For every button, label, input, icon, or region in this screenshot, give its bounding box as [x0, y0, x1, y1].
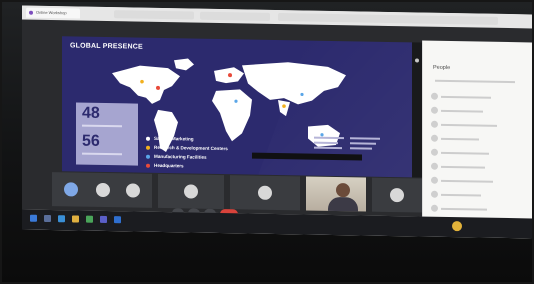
participant-video — [336, 183, 350, 198]
participant-list-item[interactable] — [431, 148, 525, 159]
browser-tab[interactable] — [200, 11, 270, 21]
participant-avatar — [96, 182, 110, 198]
participant-list-item[interactable] — [431, 176, 525, 187]
more-options-icon[interactable] — [415, 58, 419, 63]
start-icon[interactable] — [30, 214, 37, 222]
legend-label: Headquarters — [154, 162, 184, 169]
slide-title: GLOBAL PRESENCE — [70, 42, 143, 51]
people-search-field[interactable] — [431, 77, 525, 87]
participant-video-body — [328, 196, 358, 212]
india-shape — [278, 100, 290, 117]
edge-icon[interactable] — [58, 215, 65, 223]
people-panel: People — [422, 40, 532, 233]
stat-sublabel — [82, 152, 122, 156]
participant-tile[interactable] — [158, 173, 224, 210]
presenter-strip — [412, 42, 422, 178]
browser-tab[interactable] — [114, 10, 194, 20]
participant-list-item[interactable] — [431, 190, 525, 201]
tab-label: Online Workshop — [36, 9, 67, 16]
stat-value: 48 — [82, 104, 100, 122]
folder-icon[interactable] — [72, 215, 79, 223]
map-legend: Sales & Marketing Research & Development… — [146, 134, 228, 171]
monitor-bezel: Online Workshop GLOBAL PRESENCE 48 56 Sa… — [2, 2, 532, 282]
africa-shape — [212, 89, 252, 142]
stat-sublabel — [82, 124, 122, 128]
participant-avatar — [64, 182, 78, 197]
legend-dot-icon — [146, 136, 150, 141]
participant-video-tile[interactable] — [306, 176, 366, 212]
weather-icon[interactable] — [452, 221, 462, 232]
tab-favicon-icon — [29, 10, 33, 15]
search-icon[interactable] — [44, 214, 51, 223]
legend-dot-icon — [146, 145, 150, 150]
legend-item: Headquarters — [146, 161, 228, 171]
stats-box: 48 56 — [76, 102, 138, 166]
stat-value: 56 — [82, 132, 100, 150]
participant-avatar — [258, 185, 272, 200]
monitor-screen: Online Workshop GLOBAL PRESENCE 48 56 Sa… — [22, 5, 532, 239]
participant-list-item[interactable] — [431, 92, 525, 103]
address-bar[interactable] — [278, 13, 498, 25]
word-icon[interactable] — [114, 216, 121, 224]
meeting-stage: GLOBAL PRESENCE 48 56 Sales & Marketing … — [22, 19, 532, 233]
participant-tile[interactable] — [52, 172, 152, 208]
north-america-shape — [112, 65, 180, 104]
legend-label: Sales & Marketing — [154, 135, 194, 142]
participant-avatar — [184, 184, 198, 199]
asia-shape — [242, 62, 346, 105]
participant-list-item[interactable] — [431, 106, 525, 117]
legend-label: Manufacturing Facilities — [154, 153, 207, 160]
greenland-shape — [174, 58, 194, 71]
shared-slide: GLOBAL PRESENCE 48 56 Sales & Marketing … — [62, 36, 412, 178]
participant-tile[interactable] — [372, 177, 422, 213]
legend-dot-icon — [146, 154, 150, 159]
participant-avatar — [126, 183, 140, 198]
legend-label: Research & Development Centers — [154, 144, 228, 152]
participant-list-item[interactable] — [431, 204, 525, 215]
participant-tile[interactable] — [230, 175, 300, 211]
teams-icon[interactable] — [100, 215, 107, 224]
participant-list-item[interactable] — [431, 120, 525, 131]
participant-list-item[interactable] — [431, 134, 525, 145]
participant-list-item[interactable] — [431, 162, 525, 173]
participant-avatar — [390, 187, 404, 203]
browser-tab[interactable]: Online Workshop — [26, 7, 80, 19]
slide-footnotes — [314, 136, 402, 151]
legend-dot-icon — [146, 163, 150, 168]
chrome-icon[interactable] — [86, 215, 93, 223]
people-panel-title: People — [433, 64, 451, 72]
